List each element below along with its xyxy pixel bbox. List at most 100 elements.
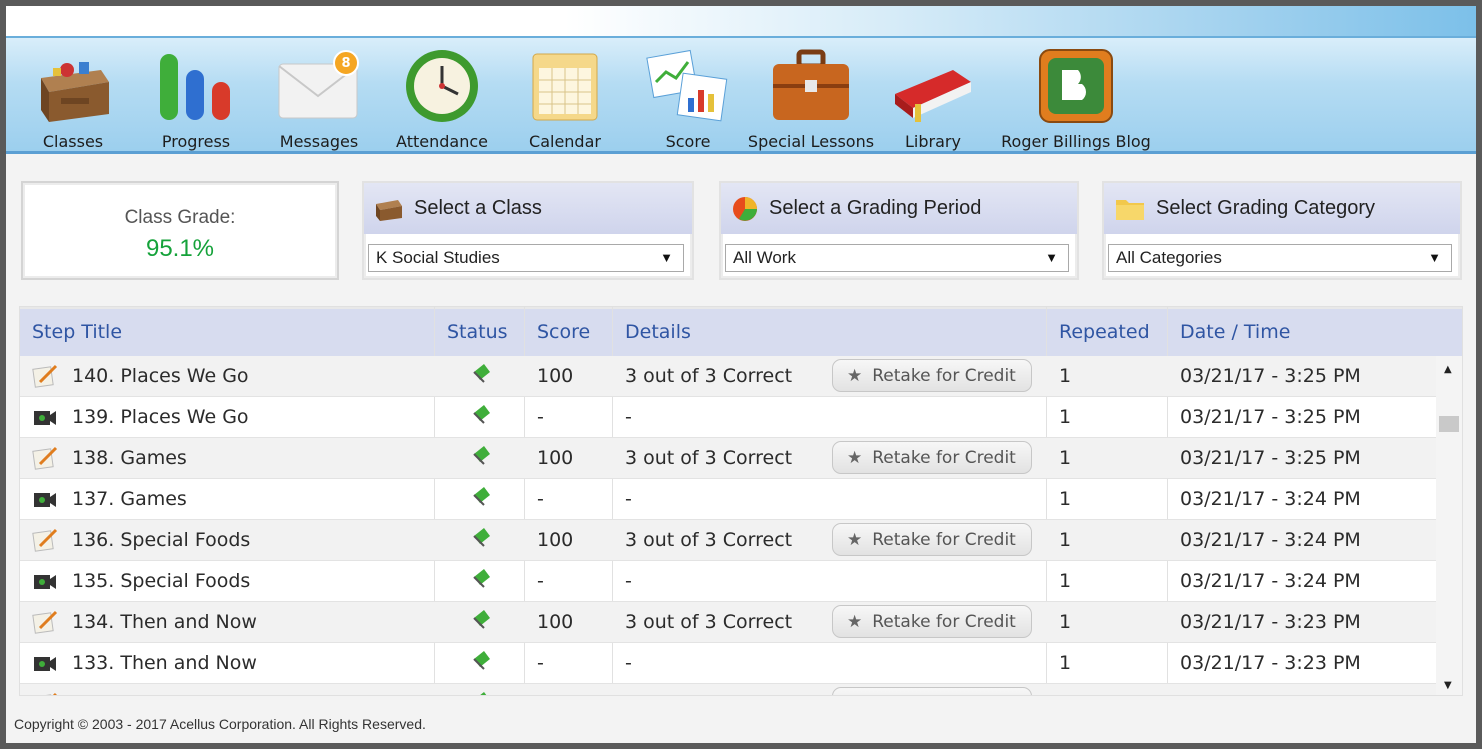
nav-label-blog: Roger Billings Blog (1001, 132, 1151, 151)
step-details: 3 out of 3 Correct (625, 365, 793, 387)
message-count-badge: 8 (333, 50, 359, 76)
step-date-time: 03/21/17 - 3:24 PM (1180, 570, 1361, 592)
scroll-up-icon[interactable]: ▲ (1444, 364, 1452, 375)
step-repeated: 1 (1059, 488, 1072, 510)
table-row[interactable]: 140. Places We Go 100 3 out of 3 Correct… (20, 356, 1438, 397)
complete-flag-icon (473, 610, 490, 629)
select-category-header: Select Grading Category (1104, 183, 1460, 234)
nav-item-attendance[interactable]: Attendance (396, 38, 488, 151)
step-title[interactable]: 140. Places We Go (72, 365, 249, 387)
step-score: - (537, 652, 544, 674)
nav-item-score[interactable]: Score (646, 38, 730, 151)
table-row[interactable] (20, 684, 1438, 695)
step-score: 100 (537, 447, 574, 469)
col-repeated[interactable]: Repeated (1059, 321, 1150, 343)
nav-item-blog[interactable]: Roger Billings Blog (1001, 38, 1151, 151)
col-status[interactable]: Status (447, 321, 508, 343)
retake-for-credit-button[interactable]: ★ Retake for Credit (832, 359, 1032, 392)
table-row[interactable]: 134. Then and Now 100 3 out of 3 Correct… (20, 602, 1438, 643)
class-dropdown-value: K Social Studies (376, 248, 500, 267)
step-score: - (537, 488, 544, 510)
quiz-pencil-icon (32, 364, 58, 388)
table-row[interactable]: 135. Special Foods - - 1 03/21/17 - 3:24… (20, 561, 1438, 602)
briefcase-icon (769, 48, 853, 126)
complete-flag-icon (473, 528, 490, 547)
step-title[interactable]: 138. Games (72, 447, 187, 469)
video-lesson-icon (34, 493, 56, 507)
nav-item-classes[interactable]: Classes (31, 38, 115, 151)
step-title[interactable]: 134. Then and Now (72, 611, 257, 633)
col-details[interactable]: Details (625, 321, 691, 343)
retake-for-credit-button[interactable]: ★ Retake for Credit (832, 441, 1032, 474)
select-class-panel: Select a Class K Social Studies ▼ (362, 181, 694, 280)
scroll-thumb[interactable] (1439, 416, 1459, 432)
col-step-title[interactable]: Step Title (32, 321, 122, 343)
folder-icon (1116, 199, 1144, 220)
category-dropdown[interactable]: All Categories ▼ (1108, 244, 1452, 272)
step-repeated: 1 (1059, 529, 1072, 551)
retake-for-credit-button[interactable]: ★ Retake for Credit (832, 605, 1032, 638)
nav-label-messages: Messages (279, 132, 359, 151)
star-icon: ★ (847, 365, 863, 386)
nav-item-calendar[interactable]: Calendar (523, 38, 607, 151)
score-charts-icon (646, 48, 730, 126)
step-title[interactable]: 139. Places We Go (72, 406, 249, 428)
step-repeated: 1 (1059, 406, 1072, 428)
table-row[interactable]: 137. Games - - 1 03/21/17 - 3:24 PM (20, 479, 1438, 520)
select-period-header: Select a Grading Period (721, 183, 1077, 234)
step-date-time: 03/21/17 - 3:23 PM (1180, 611, 1361, 633)
step-date-time: 03/21/17 - 3:24 PM (1180, 488, 1361, 510)
calendar-icon (523, 48, 607, 126)
step-repeated: 1 (1059, 570, 1072, 592)
step-date-time: 03/21/17 - 3:23 PM (1180, 652, 1361, 674)
nav-label-classes: Classes (42, 132, 104, 151)
retake-for-credit-button[interactable]: ★ Retake for Credit (832, 523, 1032, 556)
nav-label-special-lessons: Special Lessons (747, 132, 875, 151)
period-dropdown[interactable]: All Work ▼ (725, 244, 1069, 272)
table-row[interactable]: 133. Then and Now - - 1 03/21/17 - 3:23 … (20, 643, 1438, 684)
nav-label-attendance: Attendance (396, 132, 488, 151)
main-nav: Classes Progress 8 Messages Attendance C… (6, 36, 1476, 154)
video-lesson-icon (34, 575, 56, 589)
class-dropdown[interactable]: K Social Studies ▼ (368, 244, 684, 272)
nav-item-library[interactable]: Library (891, 38, 975, 151)
nav-label-library: Library (905, 132, 961, 151)
complete-flag-icon (473, 405, 490, 424)
retake-for-credit-button[interactable] (832, 687, 1032, 695)
step-title[interactable]: 135. Special Foods (72, 570, 250, 592)
retake-label: Retake for Credit (872, 447, 1016, 468)
col-date-time[interactable]: Date / Time (1180, 321, 1290, 343)
nav-item-special-lessons[interactable]: Special Lessons (746, 38, 876, 151)
table-header: Step Title Status Score Details Repeated… (20, 307, 1462, 356)
step-date-time: 03/21/17 - 3:25 PM (1180, 447, 1361, 469)
class-grade-box: Class Grade: 95.1% (21, 181, 339, 280)
envelope-icon: 8 (277, 48, 361, 126)
period-dropdown-value: All Work (733, 248, 796, 267)
select-class-header: Select a Class (364, 183, 692, 234)
table-scrollbar[interactable]: ▲ ▼ (1436, 356, 1462, 695)
star-icon: ★ (847, 529, 863, 550)
table-row[interactable]: 138. Games 100 3 out of 3 Correct ★ Retak… (20, 438, 1438, 479)
nav-item-messages[interactable]: 8 Messages (277, 38, 361, 151)
table-row[interactable]: 136. Special Foods 100 3 out of 3 Correc… (20, 520, 1438, 561)
video-lesson-icon (34, 411, 56, 425)
quiz-pencil-icon (32, 446, 58, 470)
scroll-down-icon[interactable]: ▼ (1444, 680, 1452, 691)
step-title[interactable]: 133. Then and Now (72, 652, 257, 674)
step-date-time: 03/21/17 - 3:25 PM (1180, 406, 1361, 428)
nav-label-calendar: Calendar (529, 132, 601, 151)
select-class-title: Select a Class (414, 197, 542, 219)
class-grade-value: 95.1% (145, 235, 215, 262)
desk-icon (31, 48, 115, 126)
table-row[interactable]: 139. Places We Go - - 1 03/21/17 - 3:25 … (20, 397, 1438, 438)
copyright-footer: Copyright © 2003 - 2017 Acellus Corporat… (14, 716, 426, 732)
step-title[interactable]: 137. Games (72, 488, 187, 510)
retake-label: Retake for Credit (872, 365, 1016, 386)
step-score: - (537, 570, 544, 592)
book-icon (891, 48, 975, 126)
progress-bars-icon (154, 48, 238, 126)
class-desk-icon (376, 199, 402, 221)
step-title[interactable]: 136. Special Foods (72, 529, 250, 551)
col-score[interactable]: Score (537, 321, 590, 343)
nav-item-progress[interactable]: Progress (154, 38, 238, 151)
